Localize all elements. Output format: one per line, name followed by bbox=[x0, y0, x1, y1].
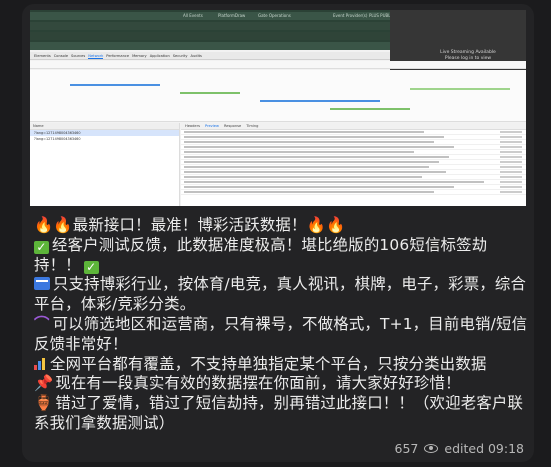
devtools-tab[interactable]: Elements bbox=[34, 52, 51, 59]
message-line: 最新接口！最准！博彩活跃数据！ bbox=[72, 216, 307, 234]
message-line: 现在有一段真实有效的数据摆在你面前，请大家好好珍惜！ bbox=[55, 374, 461, 393]
detail-tab[interactable]: Response bbox=[224, 123, 241, 129]
devtools-tab[interactable]: Application bbox=[150, 52, 170, 59]
message-bubble: All Events PlatformDraw Gate Operations … bbox=[22, 4, 534, 462]
check-mark-icon: ✓ bbox=[34, 240, 49, 254]
edited-timestamp: edited 09:18 bbox=[444, 441, 524, 456]
detail-tab-preview[interactable]: Preview bbox=[205, 123, 219, 129]
view-count: 657 bbox=[394, 441, 419, 456]
fire-icon: 🔥🔥 bbox=[34, 216, 73, 234]
devtools-tab[interactable]: Sources bbox=[71, 52, 85, 59]
app-tag: PlatformDraw bbox=[218, 13, 246, 18]
card-icon bbox=[34, 277, 50, 291]
message-line: 经客户测试反馈，此数据准度极高！堪比绝版的106短信标签劫持！！ bbox=[34, 235, 488, 274]
app-tag: Event Provider(s) bbox=[333, 13, 368, 18]
devtools-tab-network[interactable]: Network bbox=[88, 52, 104, 59]
detail-tab[interactable]: Timing bbox=[246, 123, 258, 129]
app-tag: Gate Operations bbox=[258, 13, 291, 18]
request-list-header: Name bbox=[30, 123, 179, 130]
devtools-tab[interactable]: Console bbox=[54, 52, 68, 59]
devtools-tabs: Elements Console Sources Network Perform… bbox=[30, 52, 390, 60]
devtools-tab[interactable]: Performance bbox=[106, 52, 129, 59]
request-detail: Headers Preview Response Timing bbox=[181, 123, 526, 206]
devtools-tab[interactable]: Security bbox=[173, 52, 188, 59]
chart-bars-icon bbox=[34, 357, 48, 370]
fire-icon: 🔥🔥 bbox=[306, 216, 346, 234]
attached-screenshot[interactable]: All Events PlatformDraw Gate Operations … bbox=[30, 10, 526, 206]
message-text: 🔥🔥最新接口！最准！博彩活跃数据！🔥🔥 ✓ 经客户测试反馈，此数据准度极高！堪比绝… bbox=[34, 216, 530, 434]
message-meta: 657 edited 09:18 bbox=[395, 441, 524, 456]
hook-icon: ⌒ bbox=[34, 314, 50, 333]
app-tag: All Events bbox=[183, 13, 203, 18]
devtools-tab[interactable]: Audits bbox=[191, 52, 202, 59]
eye-icon bbox=[424, 444, 439, 453]
detail-tab[interactable]: Headers bbox=[185, 123, 200, 129]
network-filter-bar[interactable] bbox=[30, 61, 526, 69]
check-mark-icon: ✓ bbox=[83, 260, 99, 274]
message-line: 错过了爱情，错过了短信劫持，别再错过此接口！！（欢迎老客户联系我们拿数据测试） bbox=[34, 394, 524, 432]
message-line: 全网平台都有覆盖，不支持单独指定某个平台，只按分类出数据 bbox=[50, 354, 487, 373]
request-list: Name ?lang=1271498004363460 ?lang=127149… bbox=[30, 123, 180, 206]
request-item[interactable]: ?lang=1271498004363460 bbox=[30, 136, 179, 142]
message-line: 只支持博彩行业，按体育/电竞，真人视讯，棋牌，电子，彩票，综合平台，体彩/竞彩分… bbox=[34, 275, 527, 314]
pushpin-icon: 📌 bbox=[34, 374, 54, 393]
jar-icon: 🏺 bbox=[34, 394, 54, 413]
network-waterfall bbox=[30, 70, 526, 122]
message-line: 可以筛选地区和运营商，只有裸号，不做格式，T+1，目前电销/短信反馈非常好！ bbox=[34, 314, 528, 353]
devtools-tab[interactable]: Memory bbox=[132, 52, 147, 59]
